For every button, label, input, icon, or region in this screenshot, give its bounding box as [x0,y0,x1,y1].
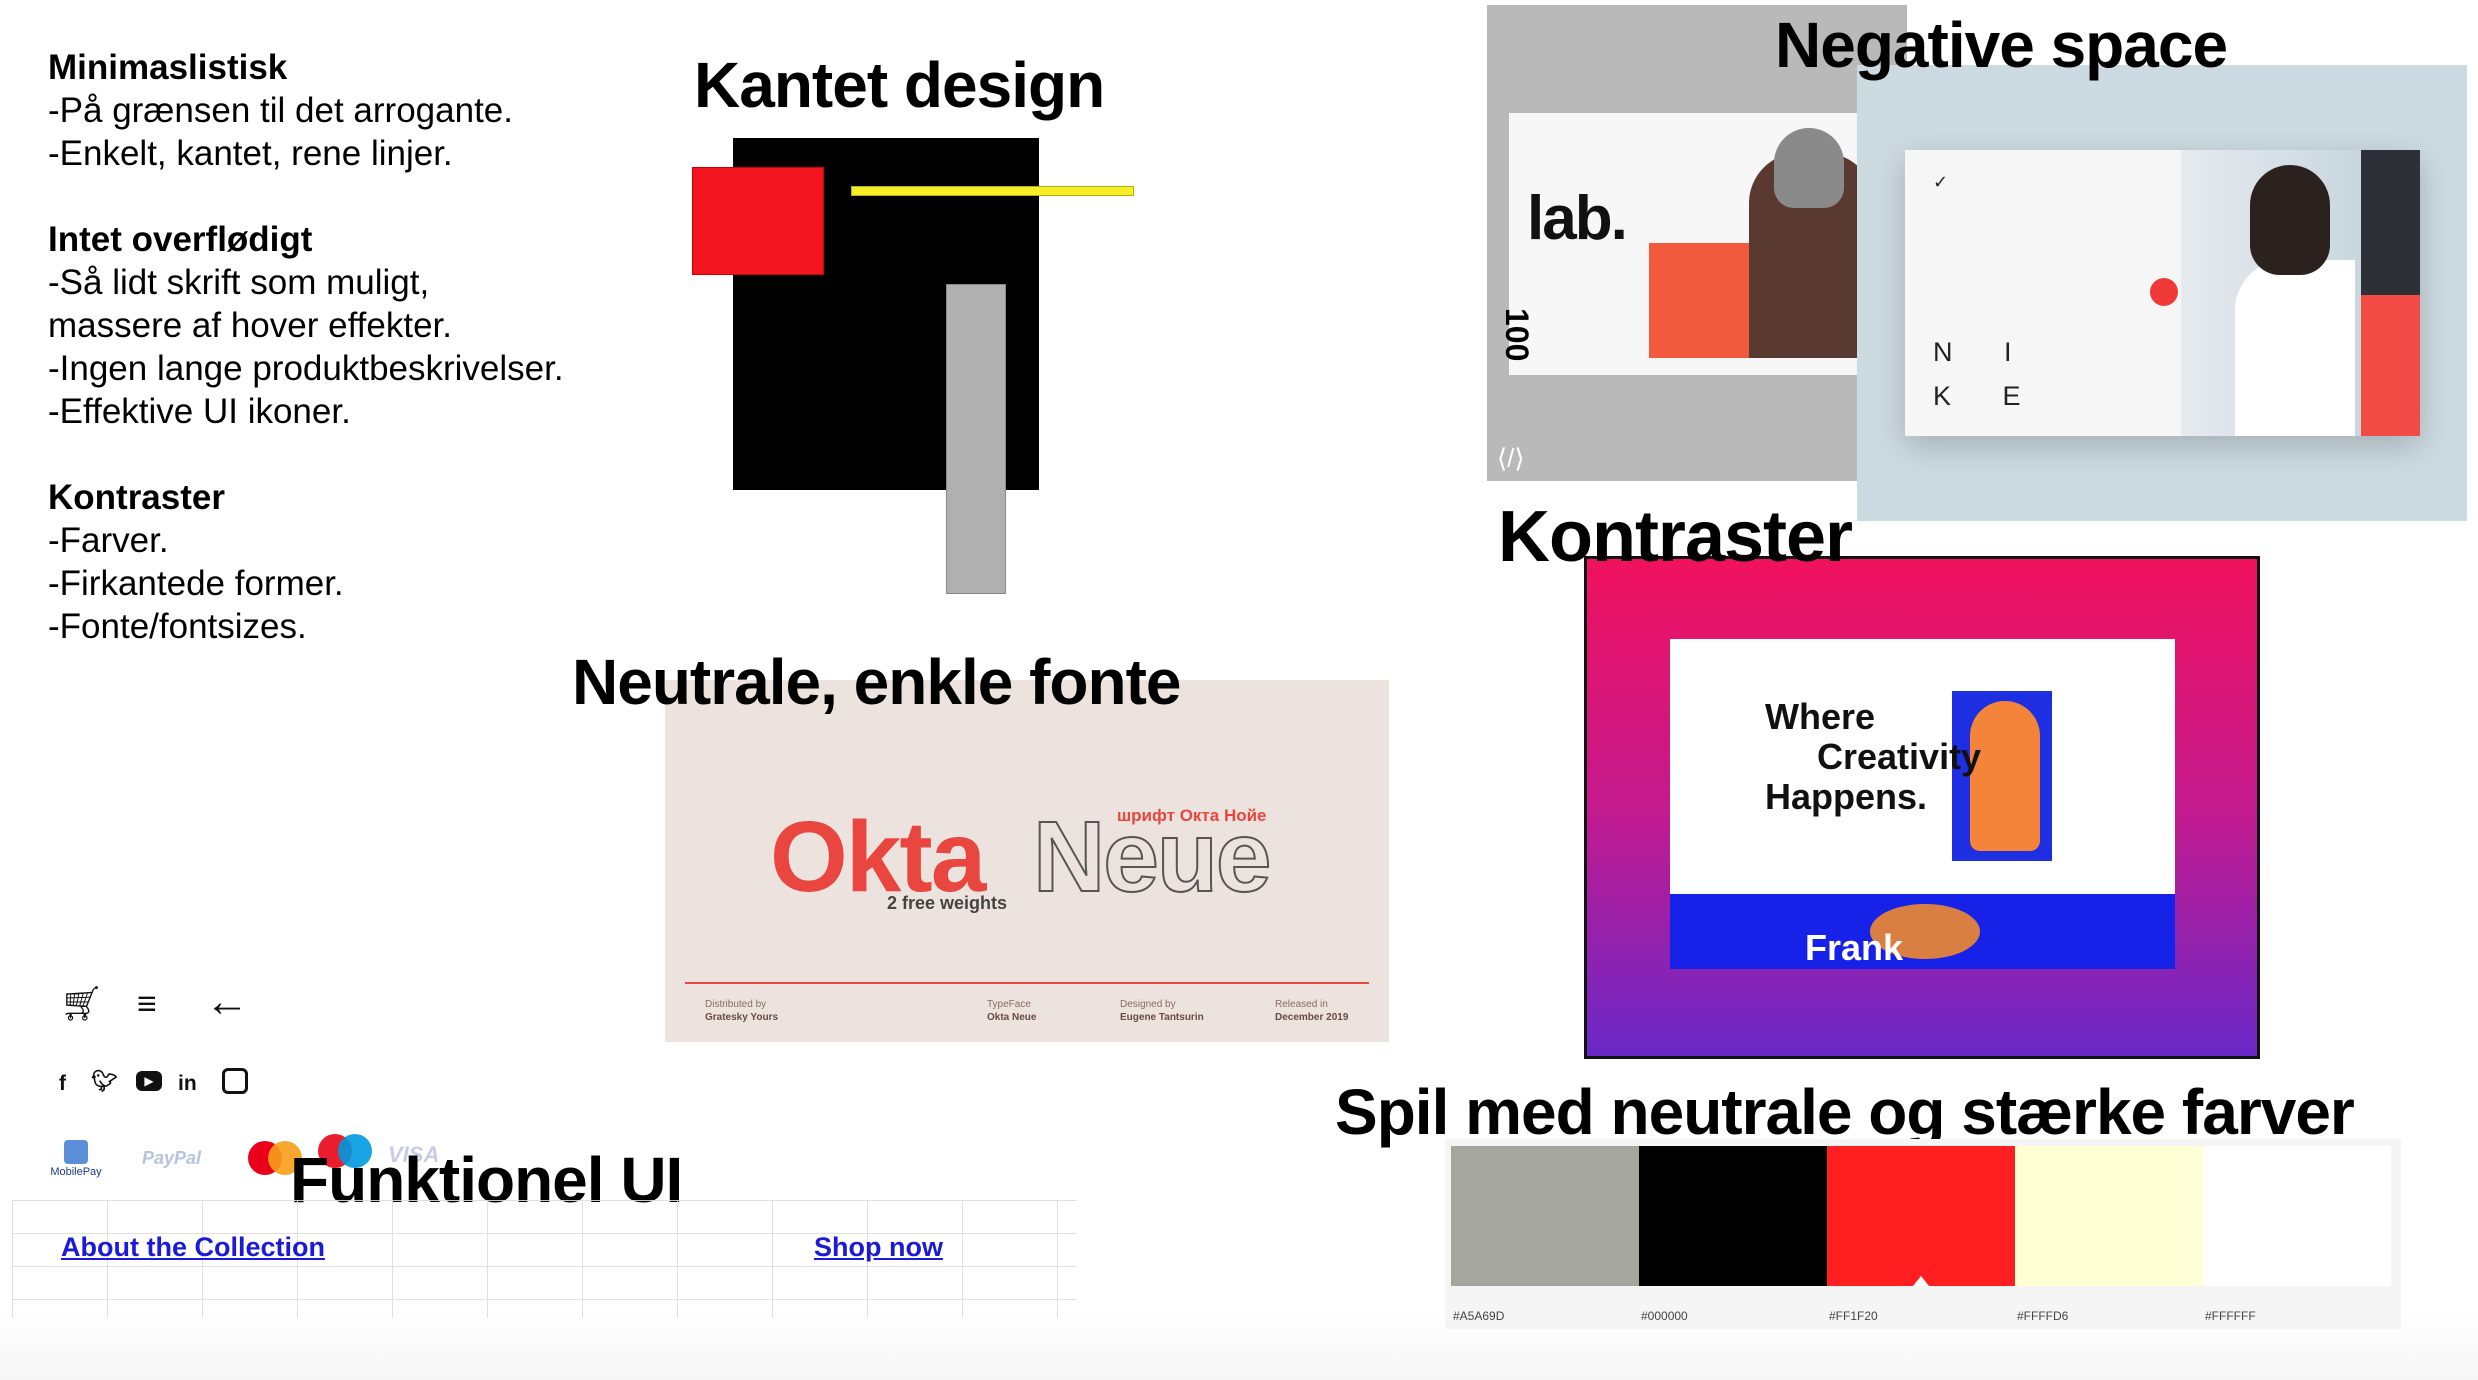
okta-footer-item: Distributed by Gratesky Yours [705,998,778,1024]
color-palette: #A5A69D #000000 #FF1F20 #FFFFD6 #FFFFFF [1445,1139,2401,1329]
kantet-yellow-bar [851,186,1134,196]
linkedin-icon[interactable]: in [178,1072,197,1096]
notes-section-minimalistic: Minimaslistisk -På grænsen til det arrog… [48,46,648,175]
color-swatch[interactable] [2015,1146,2204,1286]
okta-font-card: Okta Neue шрифт Окта Нойе 2 free weights… [665,680,1389,1042]
okta-footer-value: December 2019 [1275,1012,1349,1023]
okta-footer-value: Eugene Tantsurin [1120,1012,1204,1023]
notes-line: -Effektive UI ikoner. [48,392,351,431]
notes-line: -Så lidt skrift som muligt, [48,263,430,302]
frank-website-image: Where Creativity Happens. Frank [1584,556,2260,1059]
frank-name: Frank [1805,927,1904,968]
color-swatch-label: #FFFFD6 [2017,1309,2069,1323]
heading-kantet-design: Kantet design [694,49,1105,121]
frank-tagline-line: Happens. [1765,776,1928,817]
color-swatch-label: #A5A69D [1453,1309,1505,1323]
nike-sidebar-red [2361,295,2420,436]
heading-contrasts: Kontraster [1498,497,1853,577]
okta-russian-label: шрифт Окта Нойе [1117,806,1267,825]
okta-footer-key: Released in [1275,999,1328,1010]
nike-letters-top: N I [1933,337,2034,367]
notes-title: Minimaslistisk [48,48,288,87]
lab-logo-text: lab. [1527,184,1628,253]
notes-section-contrasts: Kontraster -Farver. -Firkantede former. … [48,476,648,648]
okta-footer-item: Released in December 2019 [1275,998,1348,1024]
okta-footer-key: Distributed by [705,999,767,1010]
okta-divider [685,982,1369,984]
brackets-logo-icon: ⟨/⟩ [1497,443,1525,473]
heading-negative-space: Negative space [1775,9,2228,81]
notes-line: -På grænsen til det arrogante. [48,91,513,130]
heading-colors: Spil med neutrale og stærke farver [1335,1076,2355,1148]
instagram-icon[interactable] [222,1068,248,1094]
nike-model-head [2250,165,2330,275]
nike-letters: N I K E [1933,330,2043,418]
lab-hat [1774,128,1844,208]
notes-line: -Firkantede former. [48,564,344,603]
okta-footer-value: Gratesky Yours [705,1012,779,1023]
notes-line: -Ingen lange produktbeskrivelser. [48,349,564,388]
okta-footer-key: Designed by [1120,999,1176,1010]
twitter-icon[interactable]: 🐦︎ [91,1070,118,1094]
okta-footer-key: TypeFace [987,999,1031,1010]
frank-tagline-line: Creativity [1817,736,1982,777]
mobilepay-label: MobilePay [50,1166,102,1178]
arrow-left-icon[interactable]: ← [205,980,249,1024]
color-swatch[interactable] [1827,1146,2015,1286]
nike-model-body [2235,260,2355,436]
notes-line: -Farver. [48,521,169,560]
notes-line: -Enkelt, kantet, rene linjer. [48,134,453,173]
notes-line: -Fonte/fontsizes. [48,607,307,646]
shop-now-link[interactable]: Shop now [814,1232,943,1263]
frank-website-frame: Where Creativity Happens. Frank [1670,639,2175,969]
nike-website-image: ✓ N I K E [1857,65,2467,521]
nike-letters-bottom: K E [1933,381,2043,411]
nike-red-dot [2150,278,2178,306]
swatch-caret-icon [1913,1276,1929,1286]
notes-line: massere af hover effekter. [48,306,453,345]
menu-icon[interactable]: ≡ [137,987,157,1021]
notes-section-nothing-superfluous: Intet overflødigt -Så lidt skrift som mu… [48,218,648,433]
okta-subtitle: 2 free weights [887,893,1008,913]
nike-website-frame: ✓ N I K E [1905,150,2420,436]
facebook-icon[interactable]: f [59,1072,66,1096]
heading-neutral-fonts: Neutrale, enkle fonte [572,646,1181,718]
okta-footer-item: TypeFace Okta Neue [987,998,1036,1024]
youtube-icon[interactable]: ▶ [136,1071,162,1091]
lab-website-frame: lab. 100 [1499,113,1874,375]
cart-icon[interactable]: 🛒︎ [60,987,103,1021]
nike-swoosh-icon: ✓ [1933,172,1949,192]
color-swatch[interactable] [2203,1146,2391,1286]
paypal-logo: PayPal [142,1148,202,1168]
color-swatch[interactable] [1639,1146,1827,1286]
lab-number: 100 [1499,308,1535,362]
color-swatch-label: #FFFFFF [2205,1309,2256,1323]
mobilepay-logo: MobilePay [46,1140,106,1178]
about-collection-link[interactable]: About the Collection [61,1232,325,1263]
color-swatch[interactable] [1451,1146,1639,1286]
frank-tagline-line: Where [1765,696,1876,737]
kantet-red-square [692,167,824,275]
notes-title: Kontraster [48,478,225,517]
notes-title: Intet overflødigt [48,220,313,259]
color-swatch-label: #FF1F20 [1829,1309,1878,1323]
okta-footer-value: Okta Neue [987,1012,1037,1023]
mobilepay-icon [64,1140,88,1164]
notes-panel: Minimaslistisk -På grænsen til det arrog… [48,46,648,691]
color-swatch-label: #000000 [1641,1309,1688,1323]
kantet-grey-bar [946,284,1006,594]
okta-footer-item: Designed by Eugene Tantsurin [1120,998,1204,1024]
frank-tagline: Where Creativity Happens. [1765,697,1981,817]
